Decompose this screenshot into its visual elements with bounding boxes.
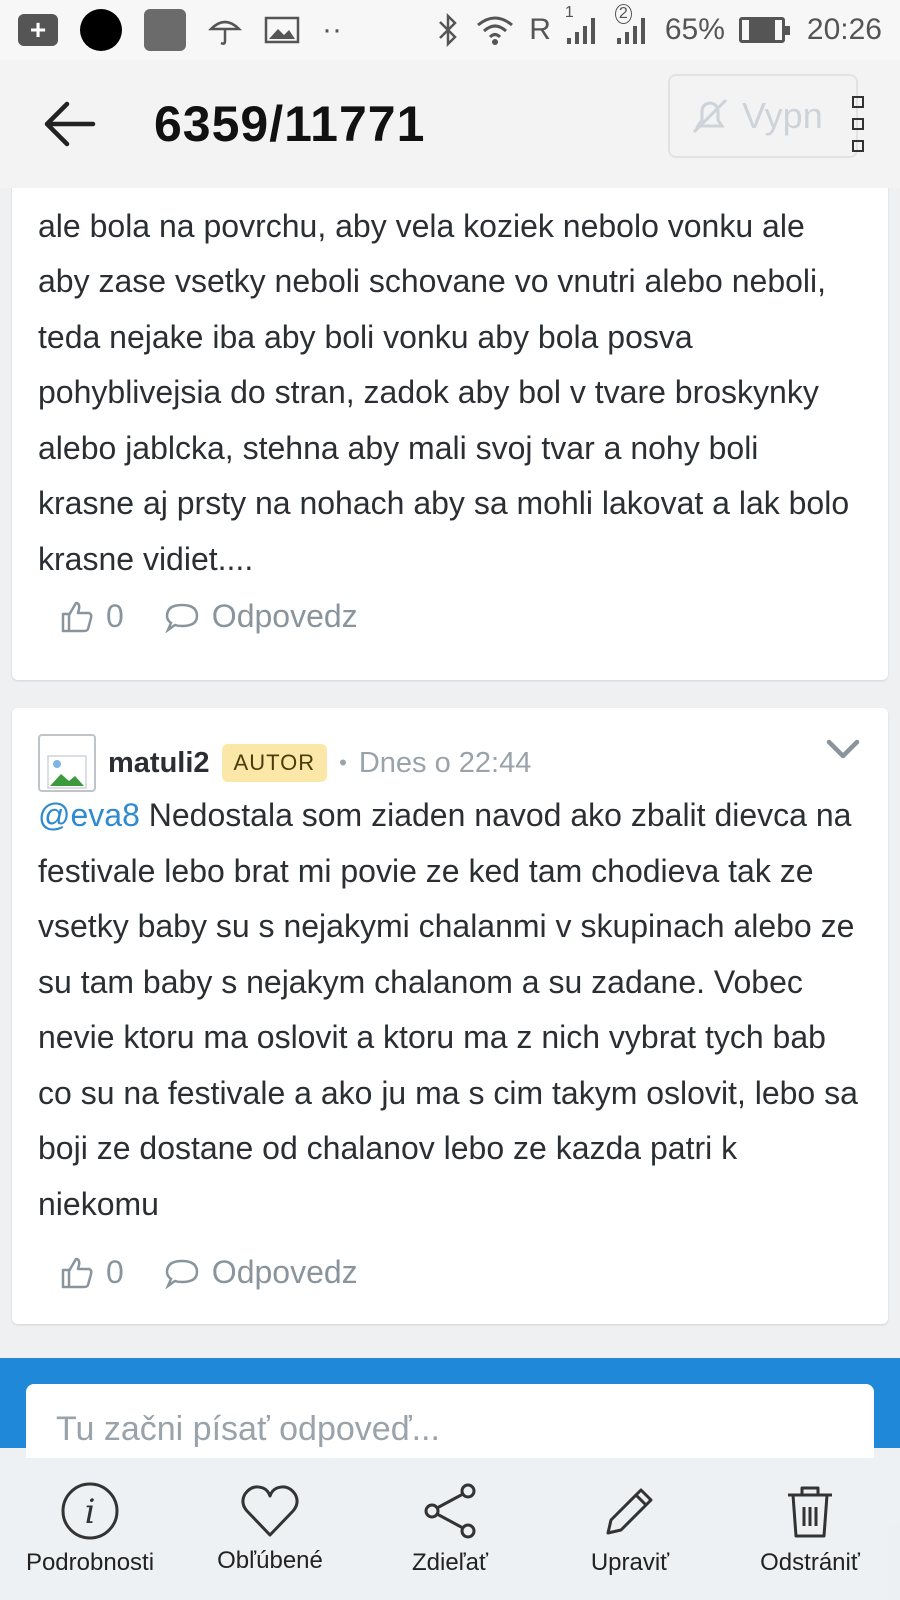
delete-button[interactable]: Odstrániť — [725, 1481, 895, 1577]
mute-notifications-button[interactable]: Vypn — [668, 74, 858, 158]
mute-label: Vypn — [742, 95, 823, 136]
image-icon — [264, 15, 300, 45]
timestamp: Dnes o 22:44 — [358, 746, 532, 779]
share-label: Zdieľať — [411, 1549, 489, 1576]
info-icon: i — [61, 1482, 119, 1540]
comment-header: matuli2 AUTOR • Dnes o 22:44 — [38, 734, 531, 792]
favorite-label: Obľúbené — [217, 1547, 323, 1574]
like-count: 0 — [106, 1254, 124, 1290]
signal-sim1-icon: 1 — [565, 4, 601, 46]
comment-actions: 0 Odpovedz — [60, 1254, 358, 1291]
battery-percent: 65% — [664, 13, 725, 46]
speech-bubble-icon — [165, 603, 199, 633]
comment-card: matuli2 AUTOR • Dnes o 22:44 @eva8 Nedos… — [12, 708, 888, 1324]
thumbs-up-icon — [61, 1257, 93, 1288]
chevron-down-icon — [826, 739, 860, 759]
comment-body: @eva8 Nedostala som ziaden navod ako zba… — [12, 788, 888, 1232]
more-dot — [852, 140, 864, 152]
like-button[interactable]: 0 — [60, 1254, 124, 1291]
avatar[interactable] — [38, 734, 96, 792]
more-dot — [852, 118, 864, 130]
delete-label: Odstrániť — [760, 1549, 860, 1576]
dots-icon: ·· — [322, 13, 342, 46]
wifi-icon — [475, 13, 515, 47]
more-options-button[interactable] — [838, 96, 878, 152]
heart-icon — [241, 1485, 299, 1537]
pencil-icon — [606, 1488, 653, 1535]
add-notification-icon: + — [18, 14, 58, 46]
battery-icon — [738, 17, 790, 43]
bluetooth-icon — [435, 12, 461, 48]
thumbs-up-icon — [61, 601, 93, 632]
comment-card: jemnost, pohyblivost, nebola vagina vtla… — [12, 150, 888, 680]
bottom-toolbar: i Podrobnosti Obľúbené Zdieľať Upraviť O… — [0, 1458, 900, 1600]
sim1-label: 1 — [564, 4, 574, 21]
app-header: 6359/11771 Vypn — [0, 60, 900, 188]
edit-label: Upraviť — [590, 1549, 670, 1576]
reply-label: Odpovedz — [211, 598, 358, 634]
expand-button[interactable] — [826, 738, 860, 767]
separator-dot: • — [339, 750, 347, 775]
reply-label: Odpovedz — [211, 1254, 358, 1290]
roaming-indicator: R — [529, 13, 551, 46]
broken-image-icon — [47, 755, 87, 789]
app-notification-icon — [80, 9, 122, 51]
trash-icon — [788, 1486, 832, 1538]
favorite-button[interactable]: Obľúbené — [185, 1483, 355, 1575]
like-count: 0 — [106, 598, 124, 634]
username[interactable]: matuli2 — [108, 747, 210, 780]
edit-button[interactable]: Upraviť — [545, 1481, 715, 1577]
details-label: Podrobnosti — [25, 1549, 155, 1576]
status-bar: + ·· R 1 2 65% 20:26 — [0, 0, 900, 60]
reply-button[interactable]: Odpovedz — [164, 1254, 358, 1291]
author-badge: AUTOR — [221, 744, 328, 782]
reply-placeholder: Tu začni písať odpoveď... — [56, 1410, 440, 1448]
page-title: 6359/11771 — [154, 96, 426, 152]
umbrella-icon — [208, 13, 242, 47]
sim2-label: 2 — [614, 4, 632, 24]
comment-actions: 0 Odpovedz — [60, 598, 358, 635]
share-icon — [424, 1483, 476, 1539]
like-button[interactable]: 0 — [60, 598, 124, 635]
reply-button[interactable]: Odpovedz — [164, 598, 358, 635]
back-button[interactable] — [24, 79, 114, 169]
battery-fill — [748, 20, 775, 40]
share-button[interactable]: Zdieľať — [365, 1481, 535, 1577]
clock: 20:26 — [806, 13, 882, 46]
app-square-icon — [144, 9, 186, 51]
signal-sim2-icon: 2 — [614, 4, 651, 46]
speech-bubble-icon — [165, 1259, 199, 1289]
svg-text:i: i — [85, 1492, 96, 1532]
more-dot — [852, 96, 864, 108]
details-button[interactable]: i Podrobnosti — [5, 1481, 175, 1577]
mention-link[interactable]: @eva8 — [38, 797, 140, 833]
comment-text: Nedostala som ziaden navod ako zbalit di… — [38, 797, 858, 1222]
bell-off-icon — [692, 98, 728, 134]
arrow-left-icon — [44, 101, 96, 147]
comment-text: jemnost, pohyblivost, nebola vagina vtla… — [38, 152, 850, 577]
